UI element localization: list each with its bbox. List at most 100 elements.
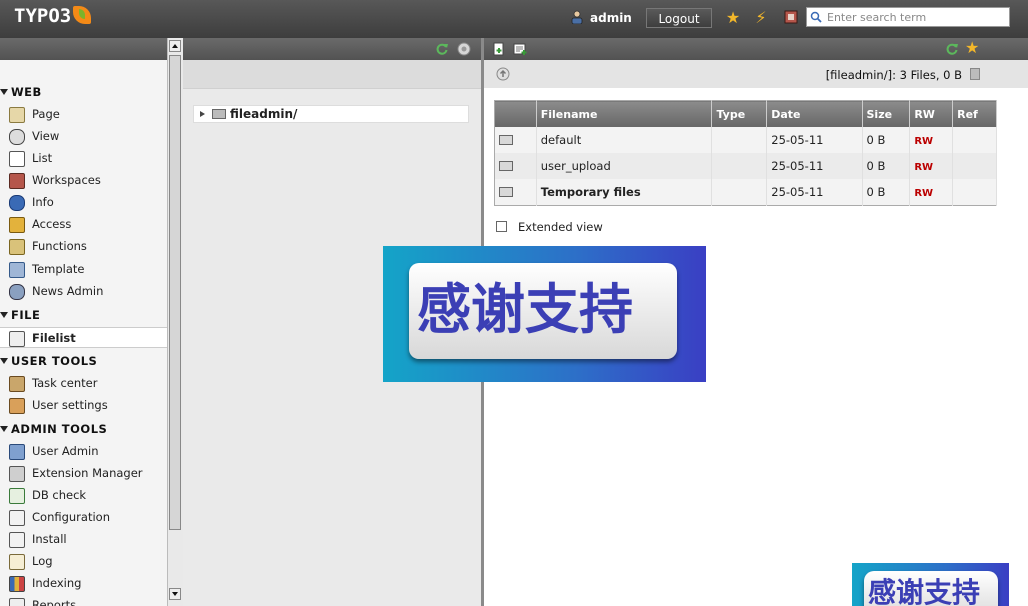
folder-icon[interactable] (499, 161, 513, 171)
template-icon (9, 262, 25, 278)
module-menu-header (0, 38, 168, 60)
group-web[interactable]: WEB (0, 85, 42, 101)
tree-toolbar (183, 60, 481, 89)
group-label: FILE (11, 308, 41, 322)
refresh-icon[interactable] (435, 42, 449, 56)
table-row[interactable]: user_upload 25-05-11 0 B RW (494, 153, 997, 179)
module-template[interactable]: Template (0, 259, 168, 279)
module-user-admin[interactable]: User Admin (0, 441, 168, 461)
rw-cell: RW (909, 127, 954, 153)
folder-icon[interactable] (499, 135, 513, 145)
module-list[interactable]: List (0, 148, 168, 168)
ref-cell (952, 153, 997, 179)
module-news-admin[interactable]: News Admin (0, 281, 168, 301)
group-user-tools[interactable]: USER TOOLS (0, 354, 97, 370)
collapse-triangle-icon (0, 358, 8, 364)
column-header-date[interactable]: Date (766, 100, 863, 127)
module-label: News Admin (32, 284, 104, 298)
support-banner-small[interactable]: 感谢支持 (852, 563, 1009, 606)
module-menu-scrollbar[interactable] (167, 38, 183, 606)
db-check-icon (9, 488, 25, 504)
extended-view-label[interactable]: Extended view (518, 220, 603, 234)
logout-button[interactable]: Logout (646, 8, 712, 28)
module-functions[interactable]: Functions (0, 236, 168, 256)
filename-cell[interactable]: Temporary files (536, 179, 713, 206)
table-row[interactable]: Temporary files 25-05-11 0 B RW (494, 179, 997, 206)
user-icon (571, 10, 583, 24)
date-cell: 25-05-11 (766, 127, 863, 153)
list-icon (9, 151, 25, 167)
module-page[interactable]: Page (0, 104, 168, 124)
search-box[interactable] (806, 7, 1010, 27)
reload-icon[interactable] (945, 42, 959, 56)
search-icon (810, 11, 822, 23)
scroll-up-button[interactable] (169, 40, 181, 52)
module-view[interactable]: View (0, 126, 168, 146)
upload-icon[interactable] (513, 42, 527, 56)
module-label: Reports (32, 598, 77, 606)
user-settings-icon (9, 398, 25, 414)
cache-flash-icon[interactable]: ⚡ (752, 9, 770, 27)
username-label[interactable]: admin (590, 11, 632, 25)
type-cell (711, 179, 768, 206)
module-reports[interactable]: Reports (0, 595, 168, 606)
collapse-triangle-icon (0, 426, 8, 432)
shortcut-star-icon[interactable]: ★ (965, 39, 983, 57)
type-cell (711, 153, 768, 179)
column-header-size[interactable]: Size (862, 100, 911, 127)
column-header-filename[interactable]: Filename (536, 100, 713, 127)
new-file-icon[interactable] (492, 42, 506, 56)
reports-icon (9, 598, 25, 606)
folder-cell (494, 153, 537, 179)
folder-cell (494, 127, 537, 153)
table-row[interactable]: default 25-05-11 0 B RW (494, 127, 997, 153)
scroll-down-button[interactable] (169, 588, 181, 600)
logo-text: TYPO3 (14, 5, 72, 27)
filename-cell[interactable]: user_upload (536, 153, 713, 179)
rw-cell: RW (909, 179, 954, 206)
wand-icon (9, 239, 25, 255)
clipboard-icon[interactable] (970, 68, 980, 80)
collapse-triangle-icon (0, 312, 8, 318)
group-admin-tools[interactable]: ADMIN TOOLS (0, 422, 107, 438)
module-install[interactable]: Install (0, 529, 168, 549)
search-input[interactable] (827, 10, 1005, 24)
module-label: Page (32, 107, 60, 121)
module-user-settings[interactable]: User settings (0, 395, 168, 415)
module-extension-manager[interactable]: Extension Manager (0, 463, 168, 483)
group-file[interactable]: FILE (0, 308, 40, 324)
scroll-thumb[interactable] (169, 55, 181, 530)
module-indexing[interactable]: Indexing (0, 573, 168, 593)
top-bar: TYPO3 admin Logout ★ ⚡ (0, 0, 1028, 39)
filename-cell[interactable]: default (536, 127, 713, 153)
folder-icon[interactable] (499, 187, 513, 197)
info-icon (9, 195, 25, 211)
module-workspaces[interactable]: Workspaces (0, 170, 168, 190)
typo3-logo[interactable]: TYPO3 (14, 5, 92, 27)
module-info[interactable]: Info (0, 192, 168, 212)
group-label: ADMIN TOOLS (11, 422, 108, 436)
ref-cell (952, 127, 997, 153)
workspace-icon[interactable] (783, 9, 799, 25)
module-log[interactable]: Log (0, 551, 168, 571)
column-header-type[interactable]: Type (711, 100, 768, 127)
support-banner-overlay[interactable]: 感谢支持 (383, 246, 706, 382)
expand-arrow-icon[interactable] (200, 111, 205, 117)
module-db-check[interactable]: DB check (0, 485, 168, 505)
filter-icon[interactable] (457, 42, 471, 56)
module-filelist[interactable]: Filelist (0, 327, 168, 348)
module-task-center[interactable]: Task center (0, 373, 168, 393)
bookmark-star-icon[interactable]: ★ (724, 9, 742, 27)
column-header-ref[interactable]: Ref (952, 100, 997, 127)
typo3-leaf-icon (73, 6, 92, 24)
folder-up-icon[interactable] (496, 67, 510, 81)
tree-node-label[interactable]: fileadmin/ (230, 107, 297, 121)
task-center-icon (9, 376, 25, 392)
module-label: Log (32, 554, 53, 568)
module-access[interactable]: Access (0, 214, 168, 234)
column-header-rw[interactable]: RW (909, 100, 954, 127)
extended-view-checkbox[interactable] (496, 221, 507, 232)
tree-node-fileadmin[interactable]: fileadmin/ (193, 105, 469, 123)
module-configuration[interactable]: Configuration (0, 507, 168, 527)
type-cell (711, 127, 768, 153)
